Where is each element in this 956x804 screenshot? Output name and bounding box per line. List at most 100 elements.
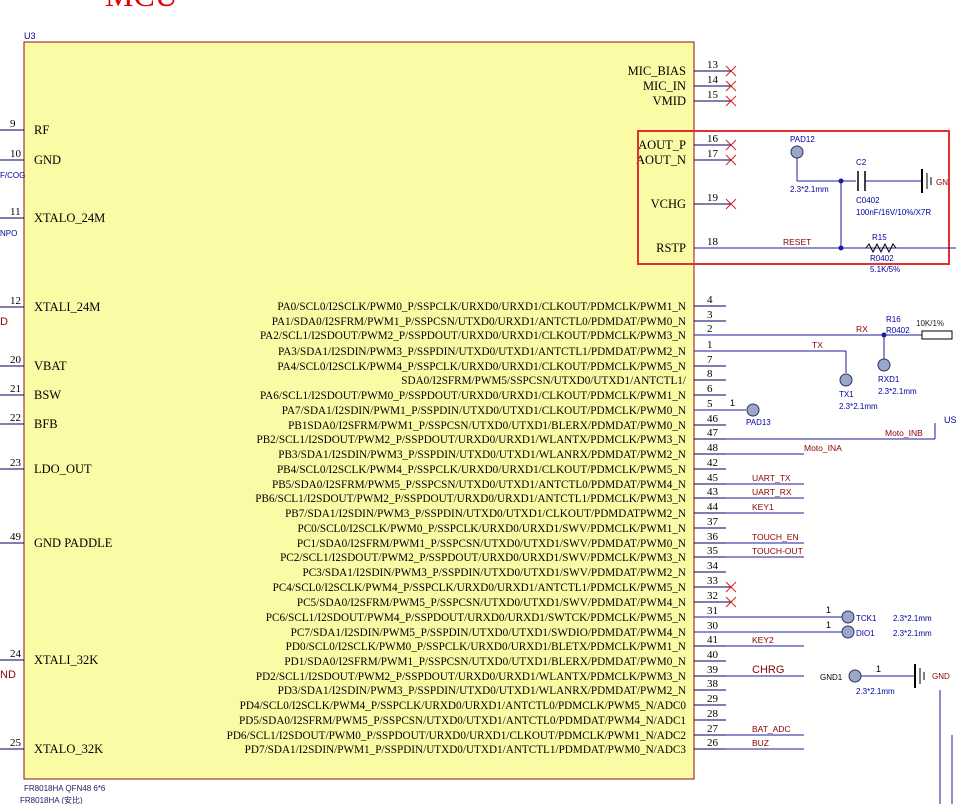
pin-number: 26 [707,737,719,749]
pad13-circuit: 1 PAD13 US [694,398,956,427]
pin-name: XTALI_24M [34,300,100,314]
pin-name: PC3/SDA1/I2SDIN/PWM3_P/SSPDIN/UTXD0/UTXD… [302,567,686,579]
pin-name: PD6/SCL1/I2SDOUT/PWM0_P/SSPDOUT/URXD0/UR… [227,730,686,742]
pad12-ref: PAD12 [790,135,815,144]
c2-package: C0402 [856,196,880,205]
pin-name: PB1SDA0/I2SFRM/PWM1_P/SSPCSN/UTXD0/UTXD1… [288,420,686,432]
net-label: TX [812,340,823,350]
pad12-size: 2.3*2.1mm [790,185,829,194]
net-label: TOUCH_EN [752,532,799,542]
pin-name: RF [34,123,49,137]
pin-number: 14 [707,74,719,86]
gnd1-net: GND [932,672,950,681]
pin-number: 31 [707,605,718,617]
pin-name: PB7/SDA1/I2SDIN/PWM3_P/SSPDIN/UTXD0/UTXD… [285,508,686,520]
reset-junction [838,245,844,251]
pin-name: MIC_IN [643,79,686,93]
pin-number: 40 [707,649,719,661]
pin-number: 6 [707,383,713,395]
pin-name: LDO_OUT [34,462,92,476]
gnd1-ref: GND1 [820,673,843,682]
pad13-pin: 1 [730,398,735,408]
pin-number: 7 [707,354,713,366]
pin-name: PB3/SDA1/I2SDIN/PWM3_P/SSPDIN/UTXD0/UTXD… [278,449,686,461]
pad13-test-point[interactable] [746,403,760,417]
pin-number: 36 [707,531,719,543]
chip-footprint-comment: FR8018HA (安比) [20,795,83,804]
c2-value: 100nF/16V/10%/X7R [856,208,931,217]
pin-net-label: NPO [0,229,17,238]
pin-number: 18 [707,236,719,248]
tck1-test-point[interactable] [841,610,855,624]
pin-name: PA7/SDA1/I2SDIN/PWM1_P/SSPDIN/UTXD0/UTXD… [282,405,686,417]
pin-name: XTALO_32K [34,742,103,756]
pin-name: PB6/SCL1/I2SDOUT/PWM2_P/SSPDOUT/URXD0/UR… [255,493,686,505]
pin-name: PA0/SCL0/I2SCLK/PWM0_P/SSPCLK/URXD0/URXD… [277,301,686,313]
pin-number: 15 [707,89,719,101]
pin-net-label: D [0,316,8,328]
pin-number: 3 [707,309,713,321]
pin-number: 38 [707,678,719,690]
gnd1-test-point[interactable] [848,669,862,683]
rxd1-size: 2.3*2.1mm [878,387,917,396]
rxd1-test-point[interactable] [877,358,891,372]
pin-name: MIC_BIAS [628,64,686,78]
pin-name: PD7/SDA1/I2SDIN/PWM1_P/SSPDIN/UTXD0/UTXD… [245,744,687,756]
pin-name: PB2/SCL1/I2SDOUT/PWM2_P/SSPDOUT/URXD0/UR… [256,434,686,446]
net-label: BAT_ADC [752,724,791,734]
pin-number: 4 [707,294,713,306]
pin-number: 13 [707,59,719,71]
dio1-test-point[interactable] [841,625,855,639]
r16-ref: R16 [886,315,901,324]
pin-name: SDA0/I2SFRM/PWM5/SSPCSN/UTXD0/UTXD1/ANTC… [401,375,687,387]
pin-name: BSW [34,388,61,402]
pin-number: 5 [707,398,713,410]
net-label: BUZ [752,738,769,748]
pin-number: 46 [707,413,719,425]
pin-name: PC4/SCL0/I2SCLK/PWM4_P/SSPCLK/URXD0/URXD… [273,582,686,594]
pad12-test-point[interactable] [790,145,804,159]
pin-name: PD4/SCL0/I2SCLK/PWM4_P/SSPCLK/URXD0/URXD… [240,700,687,712]
pin-name: VMID [653,94,686,108]
pin-name: PD3/SDA1/I2SDIN/PWM3_P/SSPDIN/UTXD0/UTXD… [278,685,686,697]
chip-designator: U3 [24,31,36,41]
pin-number: 43 [707,486,719,498]
pin-number: 16 [707,133,719,145]
schematic-canvas: MCU U3 FR8018HA QFN48 6*6 FR8018HA (安比) … [0,0,956,804]
rxd1-ref: RXD1 [878,375,900,384]
pin-name: PC1/SDA0/I2SFRM/PWM1_P/SSPCSN/UTXD0/UTXD… [297,538,686,550]
net-label: RX [856,324,868,334]
dio1-size: 2.3*2.1mm [893,629,932,638]
us-label: US [944,415,956,425]
pin-number: 27 [707,723,719,735]
pin-name: BFB [34,417,58,431]
swd-test-points: 1 1 TCK1 DIO1 2.3*2.1mm 2.3*2.1mm [694,605,932,639]
pin-number: 47 [707,427,719,439]
pin-number: 42 [707,457,718,469]
pin-name: GND [34,153,61,167]
r16-value: 10K/1% [916,319,944,328]
pin-name: VBAT [34,359,67,373]
pin-number: 10 [10,148,22,160]
dio1-ref: DIO1 [856,629,875,638]
chip-footprint: FR8018HA QFN48 6*6 [24,784,106,793]
tck1-pin: 1 [826,605,831,615]
pin-name: PC6/SCL1/I2SDOUT/PWM4_P/SSPDOUT/URXD0/UR… [266,612,686,624]
r15-value: 5.1K/5% [870,265,900,274]
pin-name: XTALI_32K [34,653,98,667]
pin-number: 8 [707,368,713,380]
pin-number: 11 [10,206,21,218]
pin-name: GND PADDLE [34,536,113,550]
pin-name: AOUT_P [638,138,686,152]
tx1-test-point[interactable] [839,373,853,387]
net-label: RESET [783,237,811,247]
pin-number: 9 [10,118,16,130]
net-label: TOUCH-OUT [752,546,803,556]
gnd1-pin: 1 [876,664,881,674]
pin-number: 23 [10,457,22,469]
pin-number: 34 [707,560,719,572]
c2-gnd-net: GN [936,178,948,187]
pin-number: 48 [707,442,719,454]
pin-number: 30 [707,620,719,632]
pin-number: 39 [707,664,719,676]
